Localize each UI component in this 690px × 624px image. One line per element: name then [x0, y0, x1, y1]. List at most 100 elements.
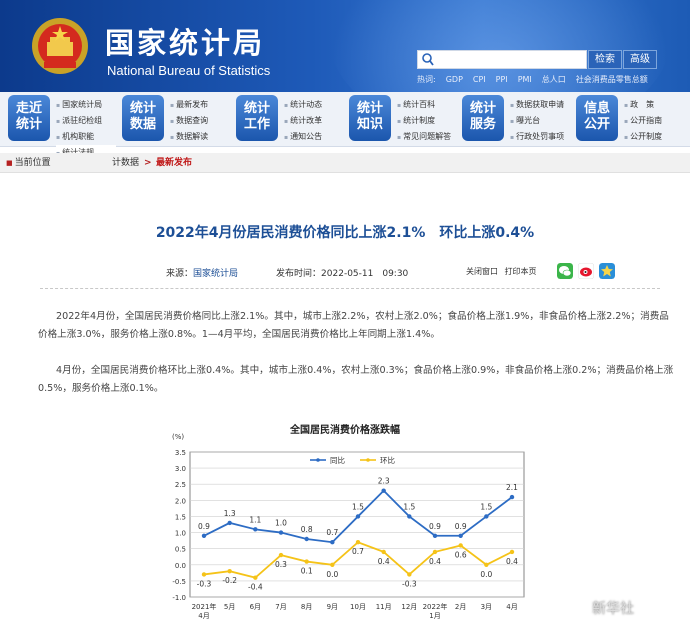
article-paragraph-2: 4月份，全国居民消费价格环比上涨0.4%。其中，城市上涨0.4%，农村上涨0.3… — [38, 365, 674, 394]
search-button[interactable]: 检索 — [588, 50, 622, 69]
legend-label: 环比 — [380, 455, 395, 465]
data-label: 0.6 — [455, 550, 467, 559]
nav-link[interactable]: 数据查询 — [170, 113, 208, 129]
data-point — [355, 514, 361, 519]
data-point — [509, 494, 515, 500]
hot-word-gdp[interactable]: GDP — [446, 75, 463, 84]
wechat-share-icon[interactable] — [557, 263, 573, 279]
y-tick-label: 1.0 — [175, 530, 186, 538]
data-label: 1.0 — [275, 519, 287, 528]
search-input[interactable] — [417, 50, 587, 69]
nav-link[interactable]: 统计百科 — [397, 97, 451, 113]
x-tick-label: 12月 — [401, 603, 417, 611]
hot-words-label: 热词: — [417, 75, 436, 84]
nav-link[interactable]: 国家统计局 — [56, 97, 116, 113]
breadcrumb-home: 当前位置 — [6, 153, 51, 173]
nav-data-button[interactable]: 统计 数据 — [122, 95, 164, 141]
data-label: 1.3 — [224, 509, 236, 518]
article-title: 2022年4月份居民消费价格同比上涨2.1% 环比上涨0.4% — [155, 225, 535, 241]
nav-link[interactable]: 机构职能 — [56, 129, 116, 145]
nav-link[interactable]: 行政处罚事项 — [510, 129, 564, 145]
legend-marker — [366, 458, 370, 462]
y-tick-label: 0.0 — [175, 562, 186, 570]
data-point — [381, 549, 386, 555]
breadcrumb: 当前位置 计数据 > 最新发布 — [0, 153, 690, 173]
data-label: 0.3 — [275, 560, 287, 569]
nav-link[interactable]: 统计改革 — [284, 113, 322, 129]
legend-label: 同比 — [330, 455, 345, 465]
breadcrumb-separator: > — [144, 158, 152, 168]
nav-work-button[interactable]: 统计 工作 — [236, 95, 278, 141]
x-tick-label: 9月 — [327, 603, 338, 611]
data-label: 0.4 — [378, 557, 390, 566]
nav-link[interactable]: 派驻纪检组 — [56, 113, 116, 129]
data-point — [227, 520, 232, 526]
nav-link[interactable]: 公开制度 — [624, 129, 662, 145]
hot-words: 热词: GDP CPI PPI PMI 总人口 社会消费品零售总额 — [417, 74, 658, 85]
nav-service-button[interactable]: 统计 服务 — [462, 95, 504, 141]
close-window-link[interactable]: 关闭窗口 — [466, 267, 498, 276]
cpi-chart: 全国居民消费价格涨跌幅 -1.0 -0.5 0.0 0.5 1.0 1.5 2.0 2.5 3.… — [160, 415, 530, 624]
site-header: 国家统计局 National Bureau of Statistics 检索 高… — [0, 0, 690, 92]
hot-word-cpi[interactable]: CPI — [473, 75, 486, 84]
y-tick-label: -1.0 — [172, 594, 186, 602]
site-subtitle: National Bureau of Statistics — [107, 63, 271, 78]
source-link[interactable]: 国家统计局 — [193, 269, 238, 279]
hot-word-population[interactable]: 总人口 — [542, 75, 566, 84]
weibo-share-icon[interactable] — [578, 263, 594, 279]
data-point — [330, 540, 335, 545]
nav-link[interactable]: 统计动态 — [284, 97, 322, 113]
breadcrumb-current[interactable]: 最新发布 — [156, 153, 192, 173]
print-link[interactable]: 打印本页 — [505, 267, 537, 276]
y-tick-label: 1.5 — [175, 513, 186, 521]
favorite-star-icon[interactable] — [599, 263, 615, 279]
x-tick-label: 6月 — [250, 603, 261, 611]
data-point — [201, 533, 207, 538]
data-point — [227, 569, 232, 574]
x-tick-label: 10月 — [350, 603, 366, 611]
site-title[interactable]: 国家统计局 — [105, 20, 265, 62]
data-point — [484, 514, 489, 519]
nav-link[interactable]: 数据解读 — [170, 129, 208, 145]
nav-link[interactable]: 通知公告 — [284, 129, 322, 145]
nav-link[interactable]: 常见问题解答 — [397, 129, 451, 145]
chart-title: 全国居民消费价格涨跌幅 — [290, 425, 400, 436]
nav-link[interactable]: 公开指南 — [624, 113, 662, 129]
x-tick-label: 2021年 — [192, 602, 217, 611]
x-tick-label: 2022年 — [423, 602, 448, 611]
publish-time: 2022-05-11 09:30 — [321, 269, 409, 279]
y-tick-label: 3.5 — [175, 449, 186, 457]
y-tick-label: 2.5 — [175, 481, 186, 489]
legend-marker — [316, 458, 320, 462]
nav-link[interactable]: 曝光台 — [510, 113, 564, 129]
data-point — [484, 562, 489, 567]
data-point — [407, 514, 412, 519]
nav-link[interactable]: 数据获取申请 — [510, 97, 564, 113]
nav-knowledge-button[interactable]: 统计 知识 — [349, 95, 391, 141]
x-tick-label: 8月 — [301, 603, 312, 611]
y-tick-label: 2.0 — [175, 497, 186, 505]
article-meta: 来源：国家统计局 发布时间：2022-05-11 09:30 — [166, 266, 408, 279]
divider — [40, 288, 660, 289]
data-label: 0.9 — [429, 522, 441, 531]
data-label: 1.5 — [480, 502, 492, 511]
data-label: 1.5 — [352, 502, 364, 511]
nav-link[interactable]: 最新发布 — [170, 97, 208, 113]
hot-word-pmi[interactable]: PMI — [518, 75, 532, 84]
main-nav: 走近统计 国家统计局 派驻纪检组 机构职能 统计法规 统计数据 最新发布 数据查… — [0, 92, 690, 161]
x-tick-label: 7月 — [275, 603, 286, 611]
nav-public-button[interactable]: 信息 公开 — [576, 95, 618, 141]
data-label: 0.0 — [326, 570, 338, 579]
data-point — [432, 549, 438, 555]
nav-about-button[interactable]: 走近 统计 — [8, 95, 50, 141]
data-label: -0.3 — [402, 579, 417, 588]
hot-word-retail[interactable]: 社会消费品零售总额 — [576, 75, 648, 84]
data-label: 0.9 — [455, 522, 467, 531]
nav-link[interactable]: 政 策 — [624, 97, 662, 113]
y-tick-label: -0.5 — [172, 578, 186, 586]
hot-word-ppi[interactable]: PPI — [496, 75, 508, 84]
advanced-search-button[interactable]: 高级 — [623, 50, 657, 69]
data-point — [304, 536, 309, 542]
breadcrumb-section[interactable]: 计数据 — [112, 153, 139, 173]
nav-link[interactable]: 统计制度 — [397, 113, 451, 129]
